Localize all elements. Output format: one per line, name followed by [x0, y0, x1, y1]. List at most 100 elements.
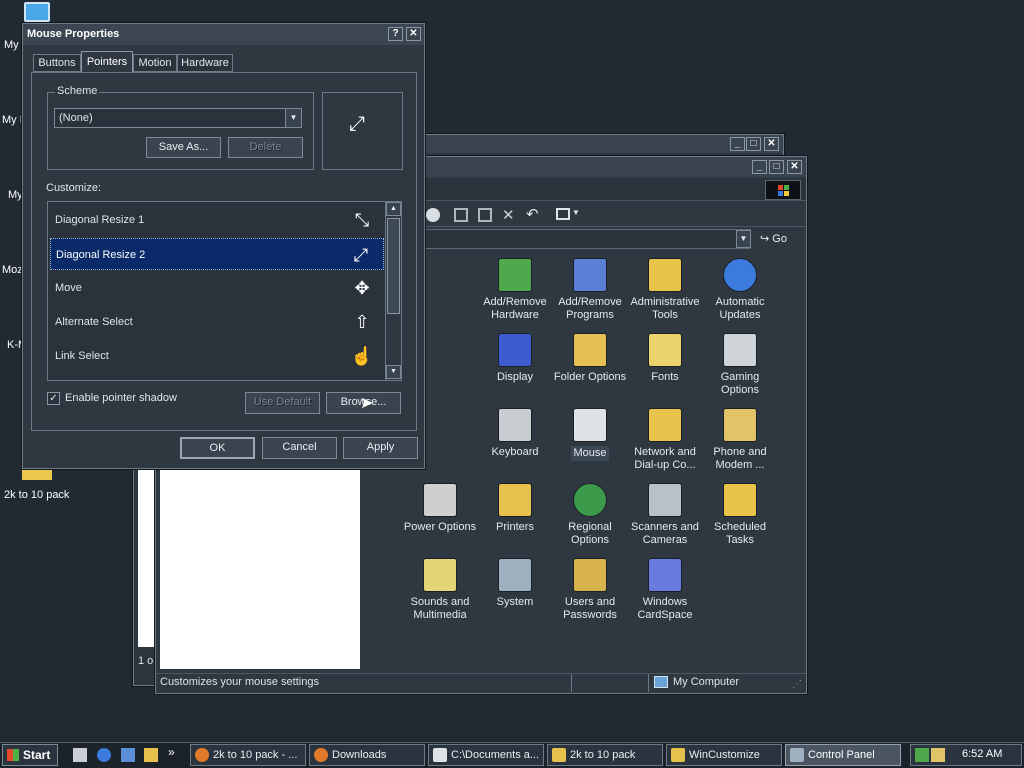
start-button[interactable]: Start [2, 744, 58, 766]
quicklaunch-more-icon[interactable]: » [168, 745, 175, 759]
cp-item-speaker[interactable]: Sounds and Multimedia [402, 558, 478, 622]
my-computer-desktop-icon[interactable] [24, 2, 50, 22]
cp-close-button[interactable]: ✕ [787, 160, 802, 174]
resize-grip-icon[interactable]: ⋰ [792, 679, 802, 690]
cp-item-programs[interactable]: Add/Remove Programs [552, 258, 628, 322]
help-button[interactable]: ? [388, 27, 403, 41]
move-to-icon[interactable] [454, 208, 468, 222]
taskbar-button[interactable]: 2k to 10 pack - ... [190, 744, 306, 766]
taskbar-button[interactable]: 2k to 10 pack [547, 744, 663, 766]
diagonal-resize-1-icon: ⤡ [354, 210, 370, 230]
dialog-close-button[interactable]: ✕ [406, 27, 421, 41]
apply-label: Apply [366, 441, 395, 453]
quicklaunch-show-desktop-icon[interactable] [73, 748, 87, 762]
cancel-button[interactable]: Cancel [262, 437, 337, 459]
cp-item-admin-tools[interactable]: Administrative Tools [627, 258, 703, 322]
scroll-up-button[interactable]: ▲ [386, 202, 401, 216]
cp-item-phone[interactable]: Phone and Modem ... [702, 408, 778, 472]
scroll-thumb[interactable] [387, 218, 400, 314]
taskbar-button-label: 2k to 10 pack - ... [213, 749, 298, 761]
quicklaunch-ie-icon[interactable] [97, 748, 111, 762]
cp-item-keyboard[interactable]: Keyboard [477, 408, 553, 459]
delete-icon[interactable]: ✕ [502, 206, 515, 224]
list-scrollbar[interactable]: ▲ ▼ [385, 202, 401, 380]
mouse-icon [573, 408, 607, 442]
cp-item-fonts[interactable]: Fonts [627, 333, 703, 384]
tab-motion[interactable]: Motion [133, 54, 177, 72]
pointer-row[interactable]: Diagonal Resize 1 ⤡ [50, 204, 384, 236]
pointer-row-label: Diagonal Resize 2 [56, 249, 146, 261]
quicklaunch-outlook-icon[interactable] [121, 748, 135, 762]
tab-pointers[interactable]: Pointers [81, 51, 133, 73]
back-close-button[interactable]: ✕ [764, 137, 779, 151]
pointer-row[interactable]: Move ✥ [50, 272, 384, 304]
tab-buttons[interactable]: Buttons [33, 54, 81, 72]
tray-network-icon[interactable] [931, 748, 945, 762]
cp-maximize-button[interactable]: □ [769, 160, 784, 174]
views-icon[interactable] [556, 208, 570, 220]
save-as-button[interactable]: Save As... [146, 137, 221, 158]
taskbar-button-label: C:\Documents a... [451, 749, 540, 761]
cp-item-network[interactable]: Network and Dial-up Co... [627, 408, 703, 472]
history-icon[interactable] [426, 208, 440, 222]
cp-item-scheduled-tasks[interactable]: Scheduled Tasks [702, 483, 778, 547]
cp-item-system[interactable]: System [477, 558, 553, 609]
pointer-shadow-checkbox[interactable]: ✓ [47, 392, 60, 405]
taskbar-button[interactable]: Control Panel [785, 744, 901, 766]
scheme-dropdown-icon[interactable]: ▼ [285, 109, 301, 127]
delete-button[interactable]: Delete [228, 137, 303, 158]
cp-item-label: Users and Passwords [563, 596, 617, 621]
taskbar-button[interactable]: WinCustomize [666, 744, 782, 766]
tab-hardware[interactable]: Hardware [177, 54, 233, 72]
pointer-row[interactable]: Alternate Select ⇧ [50, 306, 384, 338]
undo-icon[interactable]: ↶ [526, 205, 539, 223]
folder-icon [552, 748, 566, 762]
pointer-list[interactable]: Diagonal Resize 1 ⤡ Diagonal Resize 2 ⤢ Move… [47, 201, 402, 381]
cp-item-scanner[interactable]: Scanners and Cameras [627, 483, 703, 547]
taskbar-button[interactable]: Downloads [309, 744, 425, 766]
cp-item-printers[interactable]: Printers [477, 483, 553, 534]
cp-item-folder-options[interactable]: Folder Options [552, 333, 628, 384]
ok-button[interactable]: OK [180, 437, 255, 459]
desktop-label-4[interactable]: Moz [2, 264, 23, 276]
use-default-button[interactable]: Use Default [245, 392, 320, 414]
pointer-row[interactable]: Link Select ☝ [50, 340, 384, 372]
desktop-label-1[interactable]: My [4, 39, 19, 51]
scheme-select[interactable]: (None) ▼ [54, 108, 302, 128]
scroll-down-button[interactable]: ▼ [386, 365, 401, 379]
cp-left-pane [160, 469, 360, 669]
status-zone: My Computer [673, 676, 740, 688]
go-arrow-icon: ↪ [760, 233, 770, 245]
back-minimize-button[interactable]: _ [730, 137, 745, 151]
desktop-folder-label[interactable]: 2k to 10 pack [4, 489, 69, 501]
cp-item-power[interactable]: Power Options [402, 483, 478, 534]
tray-monitor-icon[interactable] [915, 748, 929, 762]
views-dropdown-arrow-icon[interactable]: ▼ [572, 208, 580, 217]
address-dropdown-button[interactable]: ▼ [736, 230, 751, 248]
pointer-shadow-label[interactable]: Enable pointer shadow [65, 392, 177, 404]
apply-button[interactable]: Apply [343, 437, 418, 459]
cp-minimize-button[interactable]: _ [752, 160, 767, 174]
cp-item-display[interactable]: Display [477, 333, 553, 384]
hand-icon: ☝ [350, 346, 374, 366]
cp-item-users[interactable]: Users and Passwords [552, 558, 628, 622]
taskbar-button[interactable]: C:\Documents a... [428, 744, 544, 766]
copy-to-icon[interactable] [478, 208, 492, 222]
cp-item-mouse[interactable]: Mouse [552, 408, 628, 461]
keyboard-icon [498, 408, 532, 442]
cp-item-windows-update[interactable]: Automatic Updates [702, 258, 778, 322]
go-button[interactable]: ↪ Go [760, 230, 800, 248]
cp-item-label: Sounds and Multimedia [410, 596, 470, 621]
cp-item-globe[interactable]: Regional Options [552, 483, 628, 547]
pointer-row[interactable]: Diagonal Resize 2 ⤢ [50, 238, 384, 270]
cp-item-joystick[interactable]: Gaming Options [702, 333, 778, 397]
quicklaunch-explorer-icon[interactable] [144, 748, 158, 762]
desktop-label-3[interactable]: My [8, 189, 23, 201]
cp-item-label: Folder Options [553, 371, 627, 383]
cp-item-cardspace[interactable]: Windows CardSpace [627, 558, 703, 622]
cp-item-hardware[interactable]: Add/Remove Hardware [477, 258, 553, 322]
speaker-icon [423, 558, 457, 592]
7zip-icon [433, 748, 447, 762]
back-maximize-button[interactable]: □ [746, 137, 761, 151]
cp-item-label: System [496, 596, 534, 608]
